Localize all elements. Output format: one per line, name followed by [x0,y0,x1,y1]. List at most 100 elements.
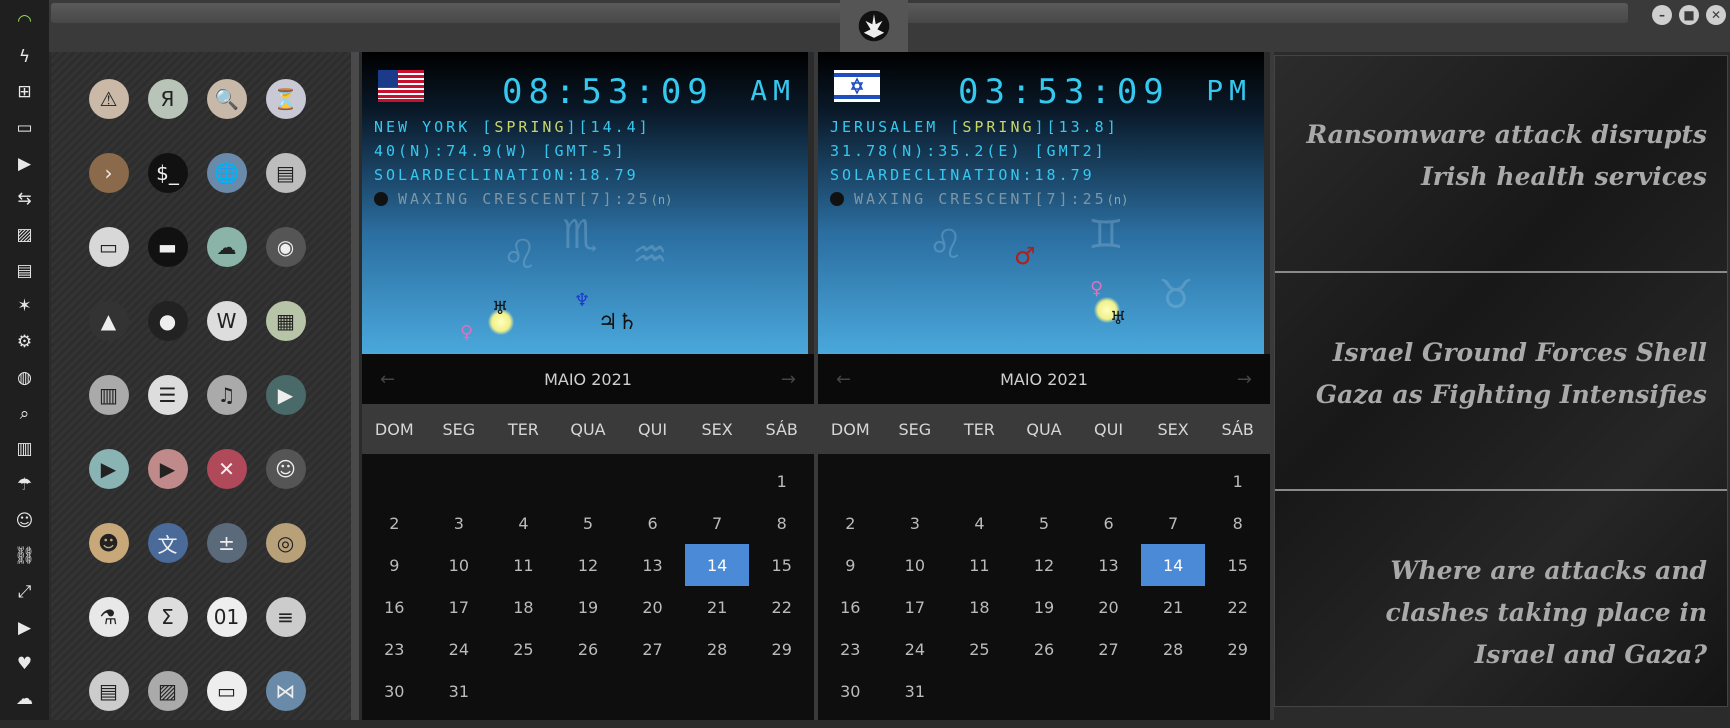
app-launcher-item[interactable]: ◉ [256,210,315,284]
app-launcher-item[interactable]: $_ [138,136,197,210]
app-launcher-item[interactable]: ▥ [79,358,138,432]
calendar-day[interactable]: 19 [1012,586,1077,628]
calendar-day[interactable]: 15 [1205,544,1270,586]
calendar-day[interactable]: 12 [1012,544,1077,586]
calendar-day[interactable]: 19 [556,586,621,628]
calendar-day[interactable]: 27 [1076,628,1141,670]
calendar-day[interactable]: 18 [491,586,556,628]
calendar-day[interactable]: 13 [620,544,685,586]
calendar-day[interactable]: 4 [947,502,1012,544]
app-launcher-item[interactable]: ▭ [79,210,138,284]
prev-month-button[interactable]: ← [380,369,395,390]
calendar-day[interactable]: 11 [947,544,1012,586]
calendar-day[interactable]: 16 [818,586,883,628]
app-launcher-item[interactable]: ♫ [197,358,256,432]
calendar-day[interactable]: 10 [883,544,948,586]
heart-icon[interactable]: ♥ [10,649,40,679]
calendar-day[interactable]: 26 [1012,628,1077,670]
app-launcher-item[interactable]: ▤ [79,654,138,728]
app-launcher-item[interactable]: ✕ [197,432,256,506]
app-launcher-item[interactable]: 01 [197,580,256,654]
calendar-day[interactable]: 8 [749,502,814,544]
calendar-day[interactable]: 31 [883,670,948,712]
calendar-day[interactable]: 27 [620,628,685,670]
next-month-button[interactable]: → [1237,369,1252,390]
app-launcher-item[interactable]: ≡ [256,580,315,654]
prev-month-button[interactable]: ← [836,369,851,390]
app-launcher-item[interactable]: ⚠ [79,62,138,136]
calendar-day[interactable]: 17 [883,586,948,628]
image-icon[interactable]: ▨ [10,220,40,250]
calendar-day[interactable]: 29 [1205,628,1270,670]
wifi-icon[interactable]: ◠ [10,6,40,36]
news-headline[interactable]: Ransomware attack disrupts Irish health … [1297,114,1707,198]
calendar-day[interactable]: 11 [491,544,556,586]
app-launcher-item[interactable]: 🔍 [197,62,256,136]
app-launcher-item[interactable]: ☻ [79,506,138,580]
app-launcher-item[interactable]: ⚗ [79,580,138,654]
app-launcher-item[interactable]: Σ [138,580,197,654]
archive-icon[interactable]: ▭ [10,113,40,143]
windows-icon[interactable]: ⊞ [10,77,40,107]
calendar-day[interactable]: 30 [818,670,883,712]
calendar-day[interactable]: 30 [362,670,427,712]
play-icon[interactable]: ▶ [10,149,40,179]
app-launcher-item[interactable]: ● [138,284,197,358]
app-launcher-item[interactable]: ▭ [197,654,256,728]
calendar-day[interactable]: 24 [883,628,948,670]
rebel-tab[interactable] [840,0,908,52]
calendar-day[interactable]: 16 [362,586,427,628]
calendar-day[interactable]: 12 [556,544,621,586]
app-launcher-item[interactable]: ▶ [79,432,138,506]
app-launcher-item[interactable]: ▦ [256,284,315,358]
app-launcher-item[interactable]: › [79,136,138,210]
app-launcher-item[interactable]: ▨ [138,654,197,728]
app-launcher-item[interactable]: ◎ [256,506,315,580]
calendar-day[interactable]: 21 [685,586,750,628]
calendar-day[interactable]: 2 [818,502,883,544]
calendar-day[interactable]: 23 [362,628,427,670]
news-headline[interactable]: Where are attacks and clashes taking pla… [1297,550,1707,676]
calendar-day[interactable]: 29 [749,628,814,670]
map-icon[interactable]: ▥ [10,434,40,464]
calendar-day[interactable]: 13 [1076,544,1141,586]
maximize-button[interactable]: ■ [1679,5,1699,25]
app-launcher-item[interactable]: ☁ [197,210,256,284]
app-launcher-item[interactable]: ☰ [138,358,197,432]
news-headline[interactable]: Israel Ground Forces Shell Gaza as Fight… [1297,332,1707,416]
app-launcher-item[interactable]: ⋈ [256,654,315,728]
app-launcher-item[interactable]: ± [197,506,256,580]
calendar-day[interactable]: 14 [1140,544,1206,586]
calendar-day[interactable]: 2 [362,502,427,544]
calendar-day[interactable]: 5 [1012,502,1077,544]
calendar-day[interactable]: 28 [685,628,750,670]
calendar-day[interactable]: 21 [1141,586,1206,628]
globe-icon[interactable]: ◍ [10,363,40,393]
calendar-day[interactable]: 25 [491,628,556,670]
app-launcher-item[interactable]: Я [138,62,197,136]
rebel-icon[interactable]: ✶ [10,292,40,322]
app-launcher-item[interactable]: ▲ [79,284,138,358]
calendar-day[interactable]: 17 [427,586,492,628]
minimize-button[interactable]: – [1652,5,1672,25]
calendar-day[interactable]: 9 [362,544,427,586]
calendar-day[interactable]: 18 [947,586,1012,628]
calendar-day[interactable]: 1 [1205,460,1270,502]
app-launcher-item[interactable]: ▤ [256,136,315,210]
app-launcher-item[interactable]: ▶ [256,358,315,432]
calendar-day[interactable]: 7 [685,502,750,544]
app-launcher-item[interactable]: 🌐 [197,136,256,210]
calendar-day[interactable]: 23 [818,628,883,670]
youtube-icon[interactable]: ▶ [10,613,40,643]
calendar-day[interactable]: 25 [947,628,1012,670]
calendar-day[interactable]: 24 [427,628,492,670]
link-icon[interactable]: ⛓ [10,542,40,572]
contact-icon[interactable]: ☺ [10,506,40,536]
calendar-day[interactable]: 4 [491,502,556,544]
search-icon[interactable]: ⌕ [10,399,40,429]
calendar-day[interactable]: 28 [1141,628,1206,670]
calendar-day[interactable]: 22 [1205,586,1270,628]
expand-icon[interactable]: ⤢ [10,577,40,607]
app-launcher-item[interactable]: ⏳ [256,62,315,136]
app-launcher-item[interactable]: ☺ [256,432,315,506]
